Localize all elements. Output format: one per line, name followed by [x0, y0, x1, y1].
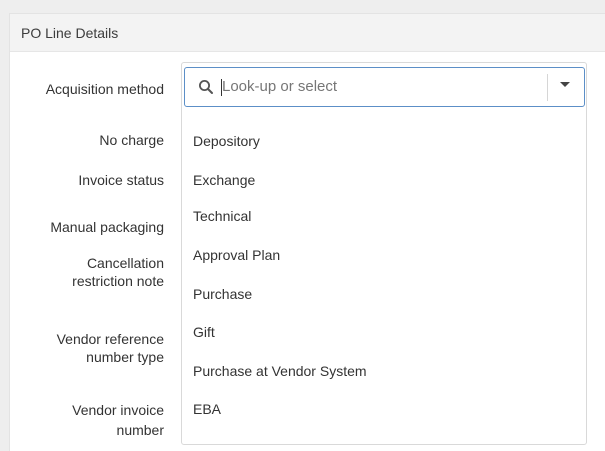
- label-vendor-reference-line1: Vendor reference: [56, 331, 164, 347]
- page-background: PO Line Details Acquisition method No ch…: [0, 0, 605, 451]
- label-vendor-invoice-line1: Vendor invoice: [72, 402, 164, 418]
- label-manual-packaging: Manual packaging: [50, 219, 164, 235]
- label-vendor-invoice-line2: number: [116, 422, 164, 438]
- acquisition-method-lookup-input[interactable]: Look-up or select: [184, 67, 585, 107]
- option-eba[interactable]: EBA: [193, 400, 221, 418]
- option-exchange[interactable]: Exchange: [193, 171, 255, 189]
- label-cancellation-line1: Cancellation: [86, 255, 164, 271]
- option-purchase-at-vendor-system[interactable]: Purchase at Vendor System: [193, 362, 367, 380]
- chevron-down-icon: [560, 82, 570, 87]
- label-acquisition-method: Acquisition method: [45, 81, 164, 97]
- panel-title: PO Line Details: [21, 25, 119, 41]
- label-cancellation-line2: restriction note: [72, 273, 164, 289]
- label-no-charge: No charge: [99, 132, 164, 148]
- option-purchase[interactable]: Purchase: [193, 285, 252, 303]
- option-technical[interactable]: Technical: [193, 207, 251, 225]
- label-invoice-status: Invoice status: [78, 172, 164, 188]
- option-depository[interactable]: Depository: [193, 132, 260, 150]
- option-approval-plan[interactable]: Approval Plan: [193, 246, 280, 264]
- dropdown-toggle-button[interactable]: [548, 68, 584, 106]
- option-gift[interactable]: Gift: [193, 323, 215, 341]
- search-icon: [199, 80, 213, 94]
- lookup-placeholder: Look-up or select: [222, 78, 338, 95]
- panel-header: PO Line Details: [10, 14, 605, 52]
- label-vendor-reference-line2: number type: [86, 349, 164, 365]
